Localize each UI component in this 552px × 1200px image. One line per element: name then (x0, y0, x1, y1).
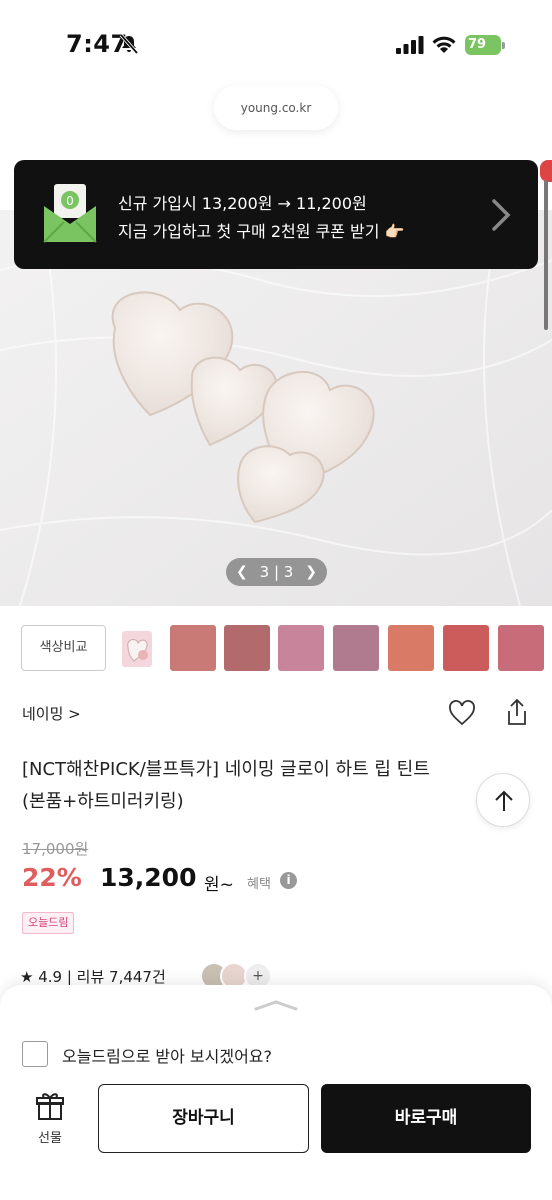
share-icon[interactable] (506, 698, 528, 726)
chevron-right-icon[interactable]: ❯ (305, 564, 317, 580)
scroll-top-button[interactable] (476, 773, 530, 827)
color-swatch-1[interactable] (170, 625, 216, 671)
gallery-total: 3 (283, 563, 294, 581)
color-swatch-2[interactable] (224, 625, 270, 671)
gallery-position: 3 | 3 (259, 563, 294, 581)
promo-text-2: 지금 가입하고 첫 구매 2천원 쿠폰 받기 👉🏻 (118, 222, 405, 241)
notification-dot (540, 160, 552, 182)
signup-promo-banner[interactable]: 0 신규 가입시 13,200원 → 11,200원 지금 가입하고 첫 구매 … (14, 160, 538, 269)
today-delivery-badge: 오늘드림 (22, 912, 75, 934)
chevron-right-icon[interactable] (490, 198, 512, 232)
original-price: 17,000원 (22, 840, 89, 858)
rating-summary[interactable]: ★ 4.9 | 리뷰 7,447건 (20, 966, 166, 987)
product-title-line1: [NCT해찬PICK/블프특가] 네이밍 글로이 하트 립 틴트 (22, 759, 430, 780)
brand-link[interactable]: 네이밍 > (22, 703, 81, 724)
product-image[interactable] (0, 210, 552, 606)
sale-price: 13,200 (100, 863, 197, 892)
price-unit: 원~ (204, 875, 234, 895)
battery-tip (502, 42, 505, 49)
scrollbar[interactable] (544, 180, 548, 330)
buy-now-button[interactable]: 바로구매 (321, 1084, 531, 1153)
arrow-up-icon (495, 790, 513, 811)
chevron-up-icon[interactable] (253, 999, 299, 1011)
gift-button[interactable]: 선물 (20, 1091, 80, 1151)
gallery-pager[interactable]: ❮ 3 | 3 ❯ (226, 558, 327, 586)
product-thumbnail[interactable] (118, 625, 158, 671)
svg-text:0: 0 (66, 194, 74, 208)
product-title-line2: (본품+하트미러키링) (22, 791, 184, 812)
purchase-bottom-sheet: 오늘드림으로 받아 보시겠어요? 선물 장바구니 바로구매 (0, 985, 552, 1200)
product-photo-illustration (0, 210, 552, 606)
gift-icon (36, 1093, 64, 1120)
gift-label: 선물 (38, 1131, 62, 1146)
color-compare-button[interactable]: 색상비교 (21, 625, 106, 671)
status-bar: 7:47 79 (0, 0, 552, 90)
today-delivery-checkbox[interactable] (22, 1041, 48, 1067)
discount-rate: 22% (22, 863, 82, 892)
color-swatch-6[interactable] (443, 625, 489, 671)
add-to-cart-button[interactable]: 장바구니 (98, 1084, 309, 1153)
color-swatch-5[interactable] (388, 625, 434, 671)
cellular-signal-icon (396, 36, 424, 54)
info-icon[interactable]: i (280, 872, 297, 889)
color-swatch-4[interactable] (333, 625, 379, 671)
coupon-envelope-icon: 0 (43, 184, 97, 243)
bell-muted-icon (119, 33, 139, 55)
battery-indicator: 79 (465, 35, 505, 55)
wifi-icon (432, 36, 456, 53)
color-swatch-row: 색상비교 (0, 620, 552, 680)
color-swatch-7[interactable] (498, 625, 544, 671)
benefit-label[interactable]: 혜택 (247, 873, 271, 892)
gallery-current: 3 (259, 563, 270, 581)
chevron-left-icon[interactable]: ❮ (236, 564, 248, 580)
color-swatch-3[interactable] (278, 625, 324, 671)
heart-icon[interactable] (448, 700, 476, 726)
battery-level: 79 (465, 35, 501, 55)
today-delivery-question[interactable]: 오늘드림으로 받아 보시겠어요? (62, 1043, 272, 1067)
address-bar[interactable]: young.co.kr (214, 86, 338, 130)
promo-text-1: 신규 가입시 13,200원 → 11,200원 (118, 194, 367, 213)
